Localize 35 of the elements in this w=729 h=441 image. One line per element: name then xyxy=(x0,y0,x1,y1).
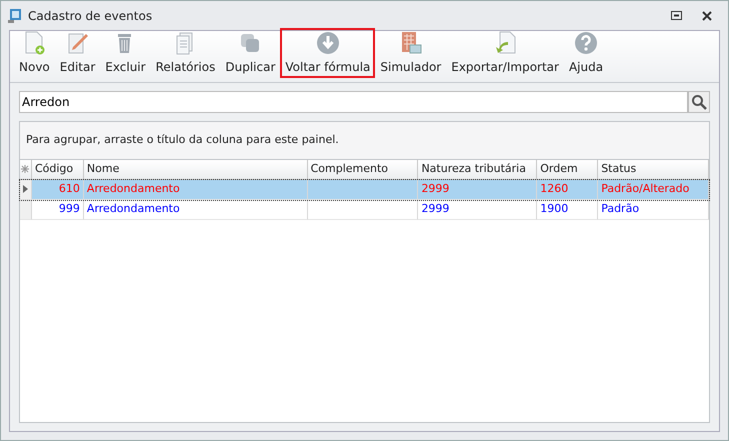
column-header[interactable]: Natureza tributária xyxy=(418,160,538,180)
restore-icon[interactable] xyxy=(671,10,682,20)
table-cell: Padrão xyxy=(598,200,710,220)
table-cell: 1900 xyxy=(537,200,598,220)
toolbar-button[interactable]: Exportar/Importar xyxy=(446,28,564,78)
table-cell: Padrão/Alterado xyxy=(598,180,710,200)
window-title: Cadastro de eventos xyxy=(28,8,152,24)
toolbar-button[interactable]: Ajuda xyxy=(564,28,608,78)
table-cell: 2999 xyxy=(418,200,538,220)
table-cell: Arredondamento xyxy=(84,180,308,200)
toolbar-button[interactable]: Duplicar xyxy=(220,28,280,78)
table-cell: 999 xyxy=(32,200,84,220)
toolbar-button[interactable]: Simulador xyxy=(375,28,446,78)
toolbar-button[interactable]: Novo xyxy=(14,28,55,78)
table-cell: 2999 xyxy=(418,180,538,200)
table-cell: 610 xyxy=(32,180,84,200)
toolbar-button[interactable]: Voltar fórmula xyxy=(280,28,376,78)
toolbar-button[interactable]: Editar xyxy=(54,28,100,78)
asterisk-icon xyxy=(20,164,30,174)
toolbar-button[interactable]: Excluir xyxy=(100,28,151,78)
close-icon[interactable] xyxy=(702,10,712,20)
search-button[interactable] xyxy=(688,91,710,113)
table-cell: 1260 xyxy=(537,180,598,200)
column-header[interactable]: Ordem xyxy=(537,160,598,180)
column-header[interactable]: Complemento xyxy=(308,160,418,180)
app-icon xyxy=(7,8,23,24)
search-field[interactable]: Arredon xyxy=(19,91,688,113)
column-header[interactable]: Nome xyxy=(84,160,308,180)
row-pointer-icon xyxy=(22,185,28,193)
table-row[interactable]: 999 Arredondamento 2999 1900 Padrão xyxy=(20,200,709,220)
toolbar-button[interactable]: Relatórios xyxy=(150,28,220,78)
group-panel-hint: Para agrupar, arraste o título da coluna para este painel. xyxy=(25,132,340,148)
column-header[interactable]: Código xyxy=(32,160,84,180)
table-cell: Arredondamento xyxy=(84,200,308,220)
column-header[interactable]: Status xyxy=(598,160,710,180)
